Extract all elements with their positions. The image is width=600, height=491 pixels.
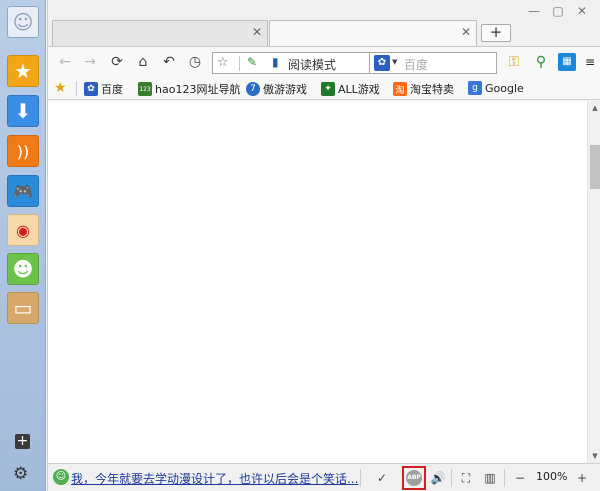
maximize-icon[interactable]: ▢ [546,2,570,20]
smiley-icon[interactable]: ☺ [7,6,39,38]
undo-icon[interactable]: ↶ [160,53,178,71]
all-game-icon: ✦ [321,82,335,96]
adblock-button[interactable]: ABP [402,466,426,490]
zoom-out-icon[interactable]: − [512,470,528,486]
zoom-in-icon[interactable]: + [574,470,590,486]
zoom-level: 100% [536,470,568,483]
divider [451,469,452,487]
bookmark-label: 傲游游戏 [263,83,307,96]
chevron-down-icon[interactable]: ▼ [392,58,397,66]
app-icon[interactable]: ▦ [558,53,576,71]
bookmark-item[interactable]: g Google [468,81,524,95]
page-content[interactable] [48,101,587,463]
weibo-icon[interactable]: ◉ [7,214,39,246]
tab-close-icon[interactable]: ✕ [461,25,471,39]
search-input[interactable]: 百度 [404,56,428,73]
smiley-icon[interactable]: ☺ [53,469,69,485]
status-bar: ☺ 我，今年就要去学动漫设计了，也许以后会是个笑话... ✓ ABP 🔊 ⛶ ▥… [48,463,600,491]
scroll-down-icon[interactable]: ▼ [588,449,600,463]
split-view-icon[interactable]: ▥ [482,470,498,486]
bookmark-label: 百度 [101,83,123,96]
download-icon[interactable]: ⬇ [7,95,39,127]
bookmark-item[interactable]: ✿ 百度 [84,81,123,97]
reader-icon[interactable]: ▮ [272,55,279,69]
bookmark-item[interactable]: 123 hao123网址导航 [138,81,240,97]
toolbar: ← → ⟳ ⌂ ↶ ◷ ☆ ✎ ▮ 阅读模式 ▼ ✿ ▼ 百度 ⚿ ⚲ ▦ ≡ [48,46,600,77]
sidebar: ☺ ★ ⬇ )) 🎮 ◉ ☻ ▭ + ⚙ [0,0,46,491]
bookmark-label: ALL游戏 [338,83,380,96]
new-tab-button[interactable]: + [481,24,511,42]
fullscreen-icon[interactable]: ⛶ [458,470,474,486]
tab-1[interactable]: ✕ [52,20,268,46]
status-link[interactable]: 我，今年就要去学动漫设计了，也许以后会是个笑话... [71,470,358,487]
menu-icon[interactable]: ≡ [581,53,599,71]
baidu-paw-icon[interactable]: ✿ [374,55,390,71]
vertical-scrollbar[interactable]: ▲ ▼ [587,101,600,463]
rss-icon[interactable]: )) [7,135,39,167]
home-icon[interactable]: ⌂ [134,53,152,71]
emoji-icon[interactable]: ☻ [7,253,39,285]
volume-icon[interactable]: 🔊 [430,470,446,486]
bookmark-label: 淘宝特卖 [410,83,454,96]
bookmark-item[interactable]: 7 傲游游戏 [246,81,307,97]
hao123-icon: 123 [138,82,152,96]
favorites-star-icon[interactable]: ★ [7,55,39,87]
bookmark-star-icon[interactable]: ★ [54,80,67,96]
forward-icon[interactable]: → [81,53,99,71]
bookmark-item[interactable]: ✦ ALL游戏 [321,81,380,97]
bookmark-item[interactable]: 淘 淘宝特卖 [393,81,454,97]
user-icon[interactable]: ⚲ [532,53,550,71]
history-icon[interactable]: ◷ [186,53,204,71]
add-icon[interactable]: + [15,434,30,449]
note-icon[interactable]: ▭ [7,292,39,324]
gamepad-icon[interactable]: 🎮 [7,175,39,207]
bookmark-label: hao123网址导航 [155,83,241,96]
gear-icon[interactable]: ⚙ [13,464,28,484]
bookmark-label: Google [485,81,524,95]
divider [239,56,240,71]
divider [76,81,77,96]
performance-icon[interactable]: ✓ [374,470,390,486]
window-controls: — ▢ ✕ [522,2,594,20]
baidu-paw-icon: ✿ [84,82,98,96]
search-box[interactable]: ✿ ▼ 百度 [369,52,497,74]
scroll-up-icon[interactable]: ▲ [588,101,600,115]
maxthon-game-icon: 7 [246,82,260,96]
back-icon[interactable]: ← [56,53,74,71]
pen-icon[interactable]: ✎ [247,55,257,69]
divider [504,469,505,487]
tab-2[interactable]: ✕ [269,20,477,46]
tab-bar: ✕ ✕ + [48,20,600,46]
google-icon: g [468,81,482,95]
adblock-label: ABP [406,470,422,486]
divider [360,469,361,487]
tab-close-icon[interactable]: ✕ [252,25,262,39]
key-icon[interactable]: ⚿ [505,53,523,71]
minimize-icon[interactable]: — [522,2,546,20]
taobao-icon: 淘 [393,82,407,96]
browser-window: — ▢ ✕ ✕ ✕ + ← → ⟳ ⌂ ↶ ◷ ☆ ✎ ▮ 阅读模式 ▼ ✿ [47,0,600,491]
reading-mode-label[interactable]: 阅读模式 [288,56,336,73]
scroll-thumb[interactable] [590,145,600,189]
close-icon[interactable]: ✕ [570,2,594,20]
bookmark-bar: ★ ✿ 百度 123 hao123网址导航 7 傲游游戏 ✦ ALL游戏 淘 淘… [48,77,600,100]
star-icon[interactable]: ☆ [217,55,229,70]
refresh-icon[interactable]: ⟳ [108,53,126,71]
